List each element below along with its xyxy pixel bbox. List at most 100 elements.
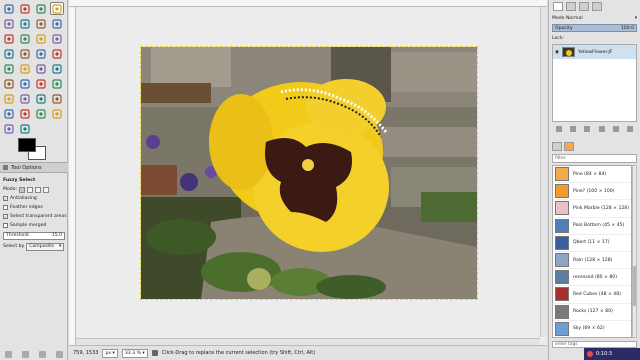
pattern-item[interactable]: Pine? (100 × 100) — [553, 183, 631, 201]
eye-icon[interactable]: ◉ — [555, 50, 559, 55]
raise-layer-icon[interactable] — [570, 126, 577, 132]
delete-options-icon[interactable] — [39, 350, 46, 358]
pattern-name: Pink Marble (128 × 128) — [573, 205, 630, 211]
flip-icon[interactable] — [34, 62, 48, 75]
select-by-dropdown[interactable]: Composite ▾ — [26, 242, 65, 251]
pattern-swatch — [555, 235, 569, 250]
fuzzy-select-status-icon — [151, 350, 158, 356]
pattern-name: Sky (69 × 62) — [573, 326, 605, 332]
clone-icon[interactable] — [2, 107, 16, 120]
align-icon[interactable] — [2, 47, 16, 60]
chevron-down-icon: ▾ — [58, 244, 62, 249]
sample-merged-checkbox[interactable] — [3, 223, 8, 228]
perspective-icon[interactable] — [18, 62, 32, 75]
bucket-fill-icon[interactable] — [18, 77, 32, 90]
mode-add-button[interactable] — [27, 186, 34, 193]
fuzzy-select-icon[interactable] — [50, 2, 64, 15]
pattern-item[interactable]: Rain (128 × 128) — [553, 252, 631, 270]
threshold-slider[interactable]: Threshold 15.0 — [3, 231, 65, 240]
feather-checkbox[interactable] — [3, 205, 8, 210]
color-picker-icon[interactable] — [2, 32, 16, 45]
layers-tab-icon[interactable] — [553, 2, 563, 11]
patterns-tab-icon[interactable] — [564, 142, 574, 151]
lower-layer-icon[interactable] — [584, 126, 591, 132]
mode-replace-button[interactable] — [19, 186, 26, 193]
duplicate-layer-icon[interactable] — [598, 126, 605, 132]
smudge-icon[interactable] — [2, 122, 16, 135]
airbrush-icon[interactable] — [34, 92, 48, 105]
text-icon[interactable] — [2, 77, 16, 90]
opacity-slider[interactable]: Opacity 100.0 — [552, 24, 637, 32]
foreground-color-swatch[interactable] — [18, 138, 36, 152]
pattern-item[interactable]: Qbert (11 × 17) — [553, 235, 631, 252]
anchor-layer-icon[interactable] — [612, 126, 619, 132]
layer-item[interactable]: ◉ YellowFlower.JF — [553, 45, 636, 59]
unit-dropdown[interactable]: px ▾ — [102, 348, 118, 358]
heal-icon[interactable] — [18, 107, 32, 120]
sample-merged-row[interactable]: Sample merged — [3, 221, 65, 230]
dodge-burn-icon[interactable] — [18, 122, 32, 135]
vertical-scrollbar[interactable] — [540, 7, 547, 337]
cage-icon[interactable] — [50, 62, 64, 75]
vertical-ruler[interactable] — [69, 7, 76, 345]
pattern-item[interactable]: recessed (80 × 80) — [553, 269, 631, 287]
paintbrush-icon[interactable] — [2, 92, 16, 105]
status-message: Click-Drag to replace the current select… — [161, 350, 316, 356]
chevron-down-icon[interactable]: ▾ — [635, 16, 637, 21]
ink-icon[interactable] — [50, 92, 64, 105]
paths-tab-icon[interactable] — [579, 2, 589, 11]
antialiasing-checkbox[interactable]: ✓ — [3, 196, 8, 201]
select-transparent-checkbox[interactable]: ✓ — [3, 214, 8, 219]
mode-subtract-button[interactable] — [35, 186, 42, 193]
rotate-icon[interactable] — [34, 47, 48, 60]
reset-options-icon[interactable] — [56, 350, 63, 358]
pattern-item[interactable]: Pool Bottom (45 × 45) — [553, 218, 631, 235]
pattern-swatch — [555, 167, 569, 182]
feather-row[interactable]: Feather edges — [3, 203, 65, 212]
tool-options-tab[interactable]: Tool Options — [0, 162, 68, 173]
undo-tab-icon[interactable] — [592, 2, 602, 11]
horizontal-scrollbar[interactable] — [76, 338, 540, 345]
horizontal-ruler[interactable] — [69, 0, 547, 7]
foreground-select-icon[interactable] — [34, 17, 48, 30]
pattern-item[interactable]: Pink Marble (128 × 128) — [553, 200, 631, 218]
save-options-icon[interactable] — [5, 350, 12, 358]
perspective-clone-icon[interactable] — [34, 107, 48, 120]
new-layer-icon[interactable] — [556, 126, 563, 132]
gradient-icon[interactable] — [34, 77, 48, 90]
blur-icon[interactable] — [50, 107, 64, 120]
opacity-label: Opacity — [555, 25, 573, 31]
color-select-icon[interactable] — [2, 17, 16, 30]
channels-tab-icon[interactable] — [566, 2, 576, 11]
select-transparent-row[interactable]: ✓ Select transparent areas — [3, 212, 67, 221]
measure-icon[interactable] — [34, 32, 48, 45]
ellipse-select-icon[interactable] — [18, 2, 32, 15]
zoom-icon[interactable] — [18, 32, 32, 45]
mode-intersect-button[interactable] — [43, 186, 50, 193]
eraser-icon[interactable] — [18, 92, 32, 105]
delete-layer-icon[interactable] — [626, 126, 633, 132]
restore-options-icon[interactable] — [22, 350, 29, 358]
image-canvas[interactable] — [140, 46, 478, 300]
rect-select-icon[interactable] — [2, 2, 16, 15]
patterns-scrollbar[interactable] — [632, 165, 637, 338]
shear-icon[interactable] — [2, 62, 16, 75]
scale-icon[interactable] — [50, 47, 64, 60]
pattern-filter-input[interactable]: filter — [552, 154, 637, 163]
lasso-icon[interactable] — [34, 2, 48, 15]
crop-icon[interactable] — [18, 47, 32, 60]
zoom-dropdown[interactable]: 33.3 % ▾ — [121, 348, 148, 358]
paths-icon[interactable] — [50, 17, 64, 30]
pattern-swatch — [555, 304, 569, 319]
pattern-item[interactable]: Sky (69 × 62) — [553, 321, 631, 337]
record-icon[interactable] — [587, 351, 593, 357]
brushes-tab-icon[interactable] — [552, 142, 562, 151]
tag-input[interactable]: enter tags — [552, 341, 637, 348]
move-icon[interactable] — [50, 32, 64, 45]
pattern-item[interactable]: Rocks (127 × 80) — [553, 304, 631, 321]
pattern-item[interactable]: Pine (84 × 84) — [553, 166, 631, 184]
pencil-icon[interactable] — [50, 77, 64, 90]
scissors-icon[interactable] — [18, 17, 32, 30]
antialiasing-row[interactable]: ✓ Antialiasing — [3, 194, 65, 203]
pattern-item[interactable]: Red Cubes (48 × 48) — [553, 286, 631, 304]
